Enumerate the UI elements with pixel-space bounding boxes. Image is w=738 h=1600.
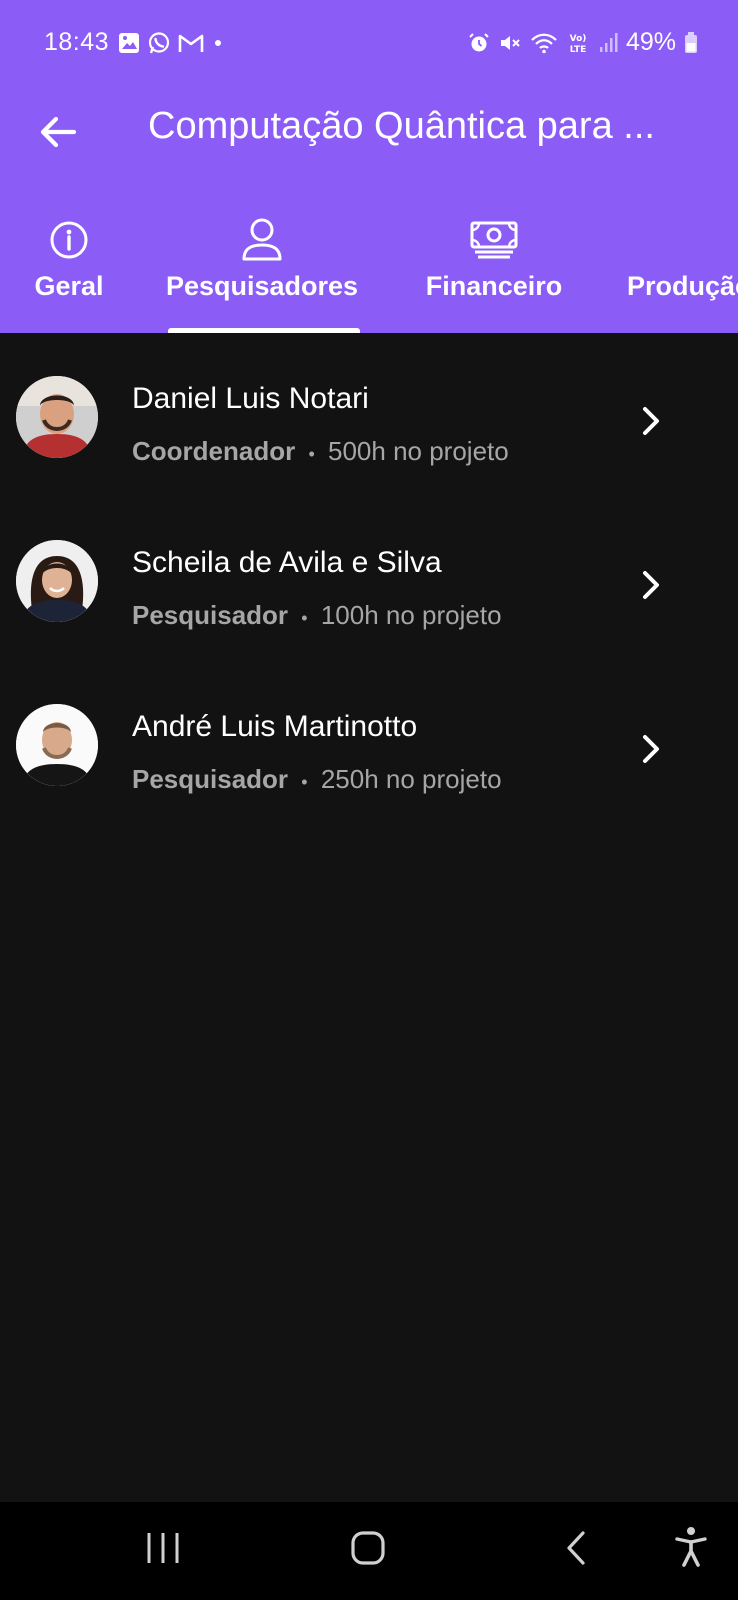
researcher-meta: Coordenador • 500h no projeto [132, 436, 509, 467]
meta-separator: • [308, 444, 315, 464]
researcher-hours: 500h no projeto [328, 436, 509, 466]
info-icon [50, 221, 88, 259]
svg-text:Vo): Vo) [570, 34, 587, 44]
svg-text:LTE: LTE [570, 45, 587, 55]
tab-label: Pesquisadores [165, 271, 359, 301]
status-time: 18:43 [44, 28, 110, 56]
system-back-button[interactable] [564, 1530, 588, 1571]
researcher-name: Daniel Luis Notari [132, 382, 369, 415]
researcher-meta: Pesquisador • 100h no projeto [132, 600, 502, 631]
wifi-icon [531, 33, 557, 53]
tab-label: Geral [34, 271, 104, 301]
arrow-left-icon [40, 116, 77, 148]
chevron-right-icon [643, 571, 659, 599]
signal-icon [599, 32, 618, 52]
system-icons: Vo) LTE 49% [468, 28, 698, 57]
list-item[interactable]: Daniel Luis Notari Coordenador • 500h no… [0, 340, 738, 504]
meta-separator: • [301, 608, 308, 628]
researcher-meta: Pesquisador • 250h no projeto [132, 764, 502, 795]
researcher-name: Scheila de Avila e Silva [132, 546, 442, 579]
tab-financeiro[interactable]: Financeiro [425, 195, 563, 333]
avatar [16, 376, 98, 458]
tab-geral[interactable]: Geral [28, 195, 110, 333]
researcher-hours: 100h no projeto [320, 600, 502, 630]
battery-percent: 49% [625, 28, 676, 56]
chevron-right-icon [643, 735, 659, 763]
avatar [16, 704, 98, 786]
selected-tab-indicator [168, 328, 360, 333]
app-bar: Computação Quântica para ... [0, 90, 738, 180]
money-icon [470, 221, 518, 259]
accessibility-button[interactable] [674, 1526, 708, 1573]
chevron-left-icon [567, 1531, 585, 1565]
more-notifications-dot [215, 40, 221, 46]
tab-pesquisadores[interactable]: Pesquisadores [164, 195, 360, 333]
tab-label: Financeiro [425, 271, 563, 301]
avatar [16, 540, 98, 622]
mute-icon [500, 35, 520, 50]
researcher-role: Pesquisador [132, 764, 289, 794]
tab-producao[interactable]: Produção [627, 195, 738, 333]
meta-separator: • [301, 772, 308, 792]
person-icon [242, 218, 282, 261]
notification-icons [118, 31, 225, 55]
tab-bar: Geral Pesquisadores Financeiro Produção [0, 195, 738, 333]
volte-icon: Vo)LTE [570, 34, 587, 55]
researcher-role: Coordenador [132, 436, 296, 466]
researcher-list: Daniel Luis Notari Coordenador • 500h no… [0, 340, 738, 832]
page-title: Computação Quântica para ... [148, 105, 655, 147]
home-button[interactable] [350, 1530, 386, 1571]
gallery-icon [119, 33, 139, 53]
tab-label: Produção [627, 271, 738, 301]
chevron-right-icon [643, 407, 659, 435]
whatsapp-icon [148, 32, 170, 54]
system-nav-bar [0, 1502, 738, 1600]
researcher-name: André Luis Martinotto [132, 710, 418, 743]
gmail-icon [178, 34, 204, 52]
list-item[interactable]: André Luis Martinotto Pesquisador • 250h… [0, 668, 738, 832]
alarm-icon [469, 32, 489, 51]
home-icon [351, 1531, 385, 1565]
researcher-role: Pesquisador [132, 600, 289, 630]
recent-apps-button[interactable] [146, 1530, 180, 1571]
list-item[interactable]: Scheila de Avila e Silva Pesquisador • 1… [0, 504, 738, 668]
recent-apps-icon [147, 1533, 179, 1563]
back-button[interactable] [36, 110, 80, 154]
status-bar: 18:43 Vo) LTE 49% [0, 0, 738, 90]
accessibility-icon [675, 1527, 707, 1567]
researcher-hours: 250h no projeto [320, 764, 502, 794]
battery-icon [685, 31, 697, 53]
